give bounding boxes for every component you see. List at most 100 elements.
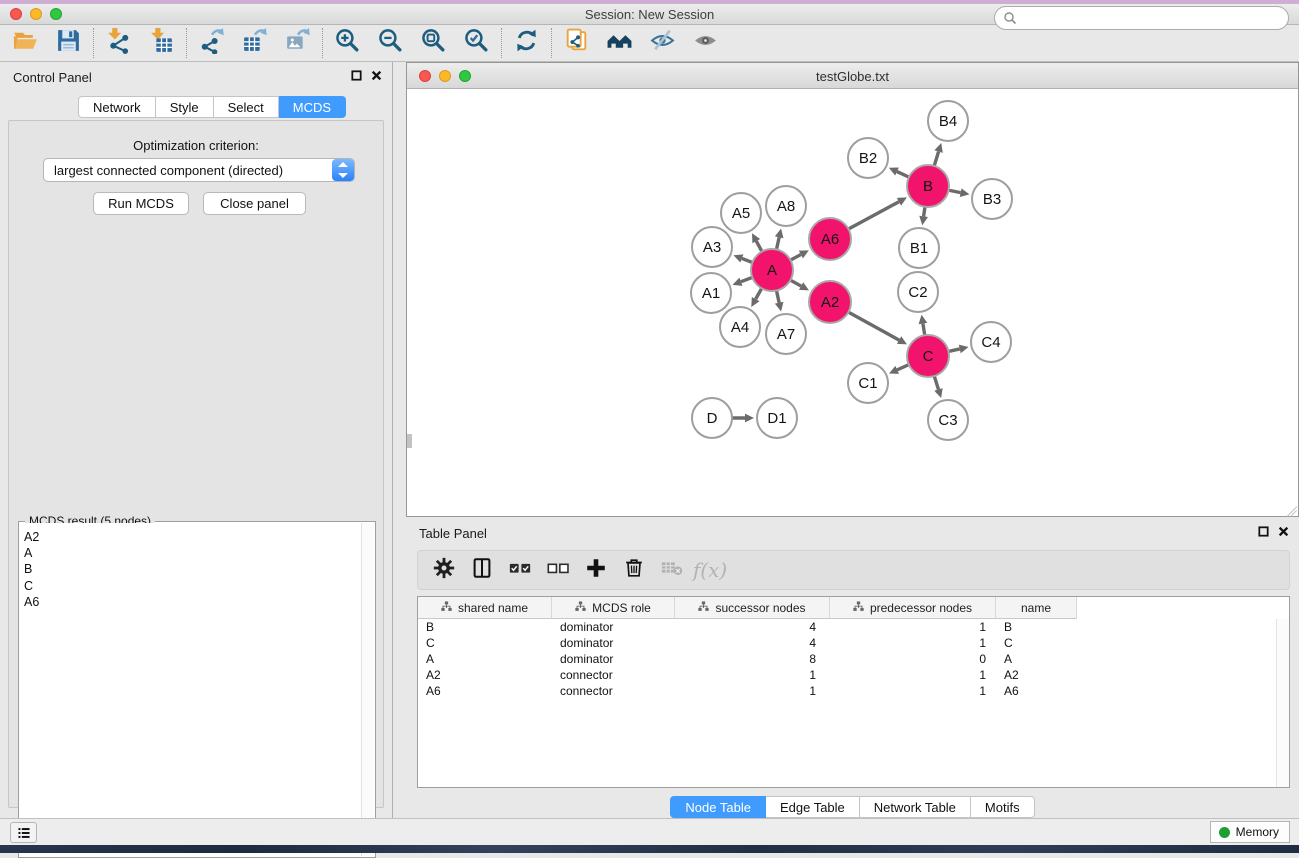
table-cell[interactable]: connector [552, 683, 675, 699]
table-cell[interactable]: A6 [418, 683, 552, 699]
tab-style[interactable]: Style [156, 96, 214, 118]
result-scrollbar[interactable] [361, 523, 374, 856]
export-network-button[interactable] [190, 26, 233, 60]
delete-row-button[interactable] [618, 554, 650, 586]
graph-node-B1[interactable]: B1 [898, 227, 940, 269]
zoom-fit-button[interactable] [412, 26, 455, 60]
result-item[interactable]: A [24, 545, 361, 561]
task-history-button[interactable] [10, 822, 37, 843]
hide-panels-button[interactable] [641, 26, 684, 60]
table-cell[interactable]: 1 [830, 635, 996, 651]
graph-node-C3[interactable]: C3 [927, 399, 969, 441]
table-cell[interactable]: A2 [418, 667, 552, 683]
table-cell[interactable]: 1 [830, 683, 996, 699]
tab-network[interactable]: Network [78, 96, 156, 118]
column-header-successor-nodes[interactable]: successor nodes [675, 597, 830, 619]
show-panels-button[interactable] [684, 26, 727, 60]
table-row[interactable]: Adominator80A [418, 651, 1275, 667]
graph-node-A6[interactable]: A6 [808, 217, 852, 261]
tab-motifs[interactable]: Motifs [971, 796, 1035, 818]
table-cell[interactable]: dominator [552, 651, 675, 667]
table-cell[interactable]: connector [552, 667, 675, 683]
network-vertical-scroll-handle[interactable] [407, 434, 412, 448]
table-cell[interactable]: A6 [996, 683, 1077, 699]
dropdown-stepper-icon[interactable] [332, 159, 354, 181]
window-resize-grip[interactable] [1284, 502, 1297, 515]
table-cell[interactable]: A [418, 651, 552, 667]
graph-node-C2[interactable]: C2 [897, 271, 939, 313]
graph-node-C[interactable]: C [906, 334, 950, 378]
column-header-MCDS-role[interactable]: MCDS role [552, 597, 675, 619]
table-cell[interactable]: 4 [675, 619, 830, 635]
result-item[interactable]: A2 [24, 529, 361, 545]
close-panel-button[interactable]: Close panel [203, 192, 306, 215]
select-all-button[interactable] [504, 554, 536, 586]
graph-node-B2[interactable]: B2 [847, 137, 889, 179]
zoom-out-button[interactable] [369, 26, 412, 60]
table-cell[interactable]: dominator [552, 635, 675, 651]
column-header-name[interactable]: name [996, 597, 1077, 619]
tab-network-table[interactable]: Network Table [860, 796, 971, 818]
graph-node-B[interactable]: B [906, 164, 950, 208]
graph-node-B4[interactable]: B4 [927, 100, 969, 142]
open-session-button[interactable] [4, 26, 47, 60]
network-window-titlebar[interactable]: testGlobe.txt [407, 63, 1298, 89]
graph-node-A8[interactable]: A8 [765, 185, 807, 227]
table-cell[interactable]: 1 [675, 683, 830, 699]
settings-gear-button[interactable] [428, 554, 460, 586]
table-row[interactable]: Cdominator41C [418, 635, 1275, 651]
close-panel-icon[interactable] [1278, 526, 1289, 537]
close-panel-icon[interactable] [371, 70, 382, 81]
refresh-button[interactable] [505, 26, 548, 60]
graph-node-B3[interactable]: B3 [971, 178, 1013, 220]
graph-node-A1[interactable]: A1 [690, 272, 732, 314]
table-row[interactable]: A2connector11A2 [418, 667, 1275, 683]
search-box[interactable] [994, 6, 1289, 30]
table-cell[interactable]: 8 [675, 651, 830, 667]
result-item[interactable]: A6 [24, 594, 361, 610]
graph-node-A5[interactable]: A5 [720, 192, 762, 234]
graph-node-A2[interactable]: A2 [808, 280, 852, 324]
network-canvas[interactable]: B4B2BB3B1A8A5A6A3AA1A2C2A4A7C4CC1C3DD1 [407, 89, 1298, 516]
mcds-result-list[interactable]: A2ABCA6 [20, 523, 361, 856]
tab-select[interactable]: Select [214, 96, 279, 118]
table-cell[interactable]: 1 [830, 667, 996, 683]
table-cell[interactable]: A2 [996, 667, 1077, 683]
save-session-button[interactable] [47, 26, 90, 60]
table-cell[interactable]: C [996, 635, 1077, 651]
table-cell[interactable]: 1 [675, 667, 830, 683]
tab-mcds[interactable]: MCDS [279, 96, 346, 118]
network-from-selection-button[interactable] [555, 26, 598, 60]
result-item[interactable]: C [24, 578, 361, 594]
graph-node-A3[interactable]: A3 [691, 226, 733, 268]
graph-node-D1[interactable]: D1 [756, 397, 798, 439]
add-row-button[interactable] [580, 554, 612, 586]
float-panel-icon[interactable] [1258, 526, 1269, 537]
graph-node-A7[interactable]: A7 [765, 313, 807, 355]
table-cell[interactable]: 4 [675, 635, 830, 651]
import-table-button[interactable] [140, 26, 183, 60]
table-row[interactable]: A6connector11A6 [418, 683, 1275, 699]
graph-node-D[interactable]: D [691, 397, 733, 439]
graph-node-A4[interactable]: A4 [719, 306, 761, 348]
run-mcds-button[interactable]: Run MCDS [93, 192, 189, 215]
graph-node-C1[interactable]: C1 [847, 362, 889, 404]
home-button[interactable] [598, 26, 641, 60]
table-cell[interactable]: B [996, 619, 1077, 635]
float-panel-icon[interactable] [351, 70, 362, 81]
column-visibility-button[interactable] [466, 554, 498, 586]
graph-node-C4[interactable]: C4 [970, 321, 1012, 363]
memory-button[interactable]: Memory [1210, 821, 1290, 843]
search-input[interactable] [1017, 8, 1288, 28]
result-item[interactable]: B [24, 561, 361, 577]
export-table-button[interactable] [233, 26, 276, 60]
column-header-predecessor-nodes[interactable]: predecessor nodes [830, 597, 996, 619]
table-cell[interactable]: A [996, 651, 1077, 667]
import-network-button[interactable] [97, 26, 140, 60]
export-image-button[interactable] [276, 26, 319, 60]
table-cell[interactable]: C [418, 635, 552, 651]
table-cell[interactable]: 1 [830, 619, 996, 635]
tab-edge-table[interactable]: Edge Table [766, 796, 860, 818]
table-cell[interactable]: B [418, 619, 552, 635]
deselect-all-button[interactable] [542, 554, 574, 586]
